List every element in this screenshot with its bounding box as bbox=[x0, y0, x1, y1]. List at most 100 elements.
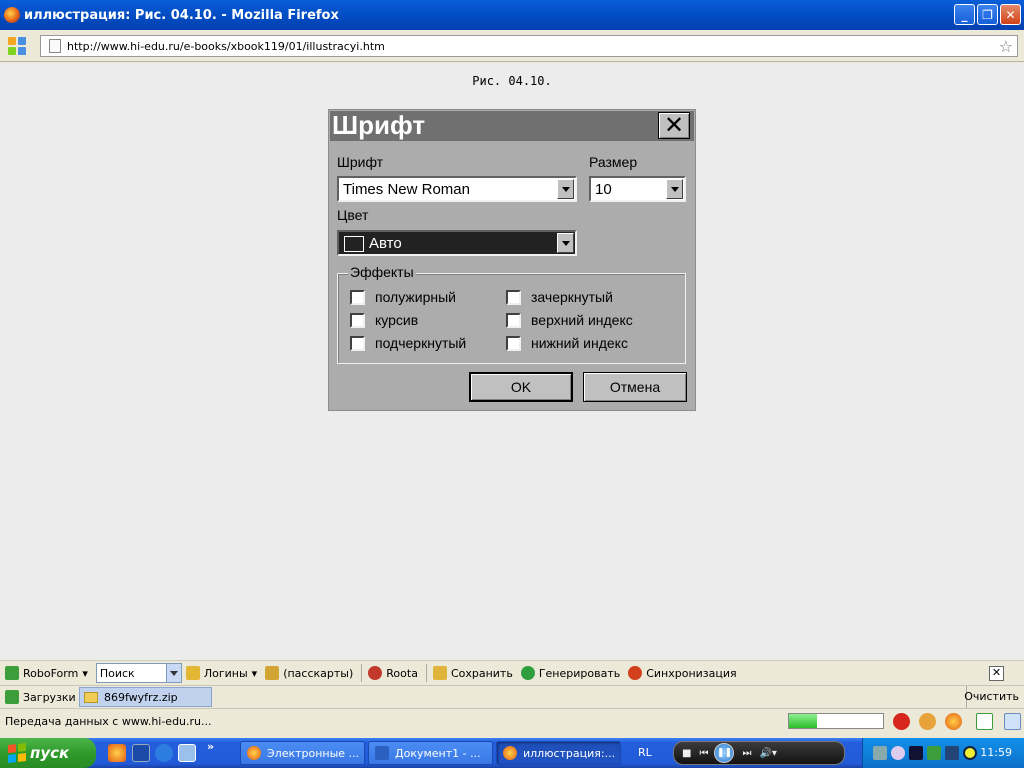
checkbox-box[interactable] bbox=[350, 335, 365, 351]
roboform-button[interactable]: RoboForm ▾ bbox=[5, 666, 88, 680]
roota-button[interactable]: Roota bbox=[368, 666, 418, 680]
font-select[interactable]: Times New Roman bbox=[337, 176, 577, 202]
word-icon bbox=[375, 746, 389, 760]
maximize-icon: ❐ bbox=[982, 7, 993, 22]
downloads-button[interactable]: Загрузки bbox=[5, 690, 76, 704]
chevron-down-icon[interactable] bbox=[165, 664, 181, 682]
close-toolbar-button[interactable]: ✕ bbox=[989, 666, 1004, 681]
passcards-icon bbox=[265, 666, 280, 680]
color-swatch bbox=[344, 236, 364, 252]
chevron-down-icon[interactable] bbox=[666, 179, 683, 199]
checkbox-box[interactable] bbox=[506, 289, 521, 305]
tray-security-icon[interactable] bbox=[963, 746, 977, 760]
size-select[interactable]: 10 bbox=[589, 176, 686, 202]
color-select-value: Авто bbox=[369, 235, 402, 252]
font-select-value: Times New Roman bbox=[343, 181, 470, 198]
roboform-toolbar: RoboForm ▾ Поиск Логины ▾ (пасскарты) Ro… bbox=[0, 660, 1024, 685]
ie-quicklaunch-icon[interactable] bbox=[155, 744, 173, 762]
checkbox-italic[interactable]: курсив bbox=[350, 312, 418, 328]
app-quicklaunch-icon[interactable] bbox=[132, 744, 150, 762]
close-icon: ✕ bbox=[663, 111, 685, 139]
checkbox-box[interactable] bbox=[350, 289, 365, 305]
speed-dial-icon[interactable] bbox=[8, 36, 26, 55]
checkbox-box[interactable] bbox=[350, 312, 365, 328]
checkbox-bold[interactable]: полужирный bbox=[350, 289, 456, 305]
roboform-tray-icon[interactable] bbox=[927, 746, 941, 760]
size-select-value: 10 bbox=[595, 181, 612, 198]
page-status-icon[interactable] bbox=[1004, 713, 1021, 730]
checkbox-box[interactable] bbox=[506, 335, 521, 351]
start-button[interactable]: пуск bbox=[0, 738, 96, 768]
download-filename: 869fwyfrz.zip bbox=[104, 690, 178, 704]
maximize-button[interactable]: ❐ bbox=[977, 4, 998, 25]
minimize-icon: _ bbox=[961, 7, 968, 22]
desktop-quicklaunch-icon[interactable] bbox=[178, 744, 196, 762]
task-button-1[interactable]: Электронные ... bbox=[240, 741, 365, 765]
next-icon[interactable]: ⏭ bbox=[742, 748, 751, 759]
tray-app-icon[interactable] bbox=[891, 746, 905, 760]
logins-button[interactable]: Логины ▾ bbox=[185, 666, 257, 680]
network-icon[interactable] bbox=[873, 746, 887, 760]
checkbox-label: верхний индекс bbox=[531, 312, 633, 328]
status-text: Передача данных с www.hi-edu.ru... bbox=[5, 715, 212, 728]
checkbox-label: подчеркнутый bbox=[375, 335, 467, 351]
stop-icon[interactable]: ■ bbox=[682, 748, 691, 759]
window-controls: _ ❐ ✕ bbox=[954, 4, 1021, 25]
dialog-title: Шрифт bbox=[332, 110, 426, 140]
checkbox-strikethrough[interactable]: зачеркнутый bbox=[506, 289, 613, 305]
task-button-3[interactable]: иллюстрация:... bbox=[496, 741, 621, 765]
firefox-icon bbox=[4, 7, 20, 23]
extension-icon[interactable] bbox=[919, 713, 936, 730]
task-label: иллюстрация:... bbox=[523, 746, 616, 760]
generate-button[interactable]: Генерировать bbox=[520, 666, 621, 680]
language-indicator[interactable]: RL bbox=[638, 746, 652, 759]
roota-label: Roota bbox=[386, 666, 418, 680]
system-tray: 11:59 bbox=[862, 738, 1024, 768]
roboform-status-icon[interactable] bbox=[976, 713, 993, 730]
previous-icon[interactable]: ⏮ bbox=[699, 748, 708, 759]
clock: 11:59 bbox=[980, 746, 1012, 759]
toolbar-separator bbox=[361, 664, 363, 682]
clear-downloads-button[interactable]: Очистить bbox=[964, 690, 1019, 703]
adblock-icon[interactable] bbox=[893, 713, 910, 730]
url-bar[interactable]: http://www.hi-edu.ru/e-books/xbook119/01… bbox=[40, 35, 1018, 57]
pause-button[interactable]: ❚❚ bbox=[714, 743, 735, 763]
close-icon: ✕ bbox=[1005, 7, 1016, 22]
checkbox-superscript[interactable]: верхний индекс bbox=[506, 312, 633, 328]
font-label: Шрифт bbox=[337, 154, 384, 170]
ok-button[interactable]: OK bbox=[469, 372, 573, 402]
checkbox-label: полужирный bbox=[375, 289, 456, 305]
close-window-button[interactable]: ✕ bbox=[1000, 4, 1021, 25]
passcards-label: (пасскарты) bbox=[283, 666, 354, 680]
folder-icon bbox=[84, 691, 98, 703]
task-button-2[interactable]: Документ1 - ... bbox=[368, 741, 493, 765]
quicklaunch-more-icon[interactable]: » bbox=[207, 740, 214, 753]
checkbox-underline[interactable]: подчеркнутый bbox=[350, 335, 466, 351]
checkbox-box[interactable] bbox=[506, 312, 521, 328]
font-dialog-image: Шрифт ✕ Шрифт Размер Times New Roman 10 … bbox=[328, 109, 696, 411]
firefox-quicklaunch-icon[interactable] bbox=[108, 744, 126, 762]
tray-utility-icon[interactable] bbox=[945, 746, 959, 760]
sync-button[interactable]: Синхронизация bbox=[628, 666, 737, 680]
cancel-button[interactable]: Отмена bbox=[583, 372, 687, 402]
save-button[interactable]: Сохранить bbox=[432, 666, 513, 680]
checkbox-subscript[interactable]: нижний индекс bbox=[506, 335, 628, 351]
status-bar: Передача данных с www.hi-edu.ru... bbox=[0, 708, 1024, 733]
bookmark-star-icon[interactable]: ☆ bbox=[999, 37, 1013, 56]
downloads-bar: Загрузки 869fwyfrz.zip Очистить bbox=[0, 685, 1024, 708]
passcards-button[interactable]: (пасскарты) bbox=[265, 666, 353, 680]
minimize-button[interactable]: _ bbox=[954, 4, 975, 25]
tray-monitor-icon[interactable] bbox=[909, 746, 923, 760]
progress-fill bbox=[789, 714, 818, 728]
chevron-down-icon[interactable] bbox=[557, 233, 574, 253]
firefox-icon[interactable] bbox=[945, 713, 962, 730]
roboform-label: RoboForm bbox=[23, 666, 79, 680]
chevron-down-icon[interactable] bbox=[557, 179, 574, 199]
color-select[interactable]: Авто bbox=[337, 230, 577, 256]
download-item[interactable]: 869fwyfrz.zip bbox=[79, 687, 212, 707]
generate-label: Генерировать bbox=[538, 666, 621, 680]
task-label: Документ1 - ... bbox=[395, 746, 481, 760]
dialog-close-button[interactable]: ✕ bbox=[658, 112, 690, 139]
volume-icon[interactable]: 🔊▾ bbox=[759, 748, 776, 759]
roboform-search-input[interactable]: Поиск bbox=[95, 663, 182, 683]
